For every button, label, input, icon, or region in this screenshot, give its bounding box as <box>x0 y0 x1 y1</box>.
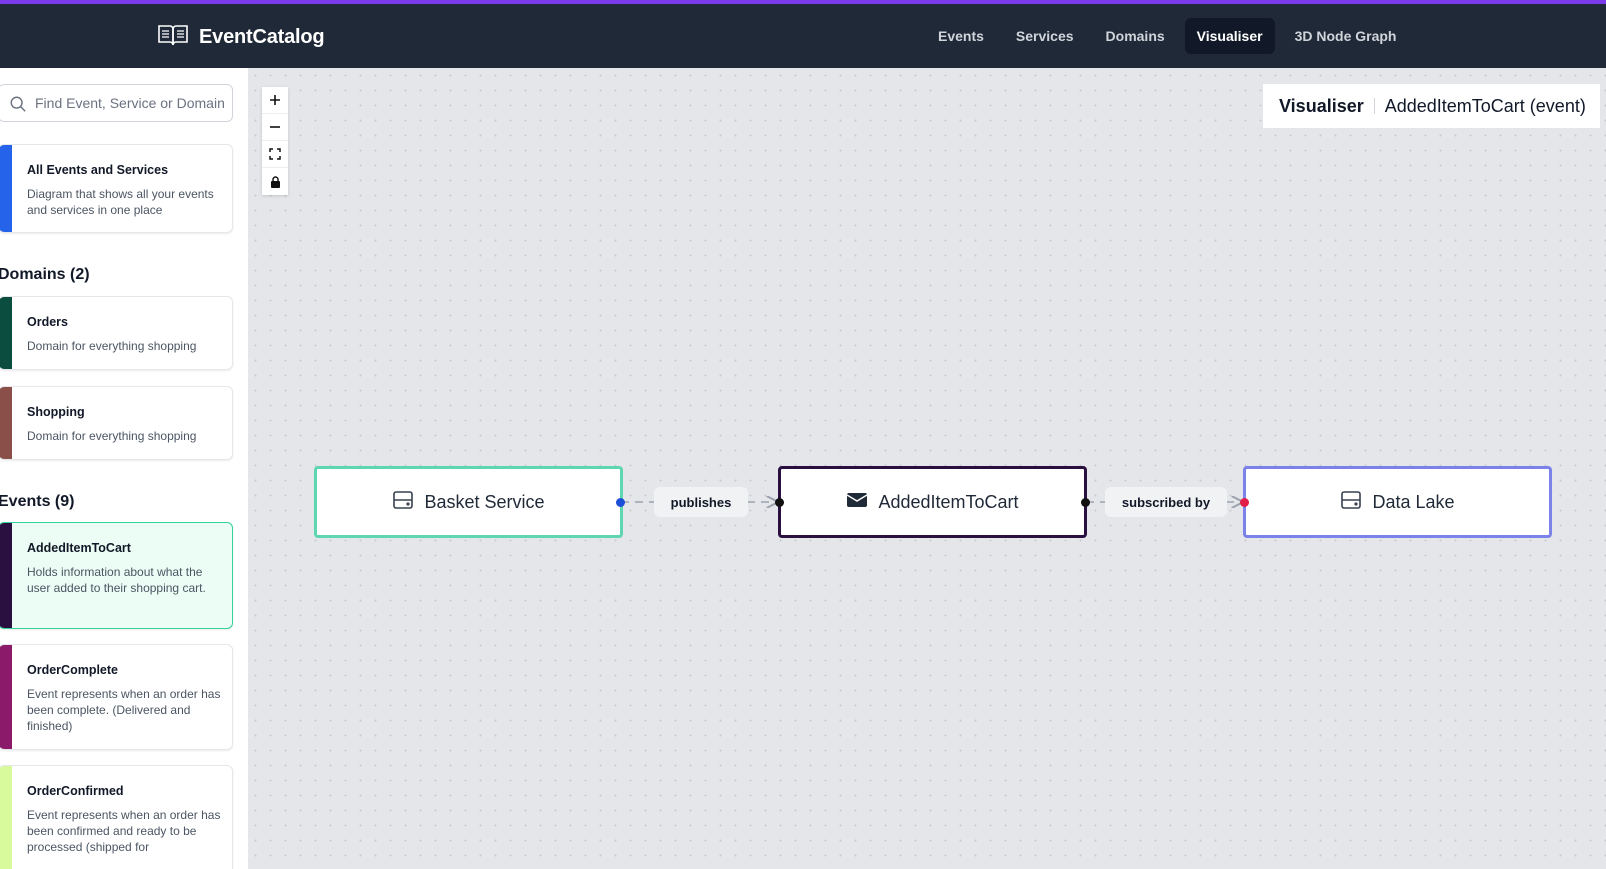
node-label: Basket Service <box>424 491 545 512</box>
target-handle-event[interactable] <box>775 498 784 507</box>
edge-label-publishes: publishes <box>654 487 748 517</box>
server-icon <box>1340 489 1362 516</box>
node-data-lake[interactable]: Data Lake <box>1243 466 1552 538</box>
graph-edges <box>621 0 1606 869</box>
target-handle-datalake[interactable] <box>1240 498 1249 507</box>
node-label: AddedItemToCart <box>878 491 1019 512</box>
source-handle-event[interactable] <box>1081 498 1090 507</box>
edge-label-subscribed-by: subscribed by <box>1105 487 1227 517</box>
node-label: Data Lake <box>1372 491 1455 512</box>
node-basket-service[interactable]: Basket Service <box>314 466 623 538</box>
server-icon <box>392 489 414 516</box>
envelope-icon <box>846 489 868 516</box>
source-handle-basket[interactable] <box>616 498 625 507</box>
node-addeditemtocart[interactable]: AddedItemToCart <box>778 466 1087 538</box>
